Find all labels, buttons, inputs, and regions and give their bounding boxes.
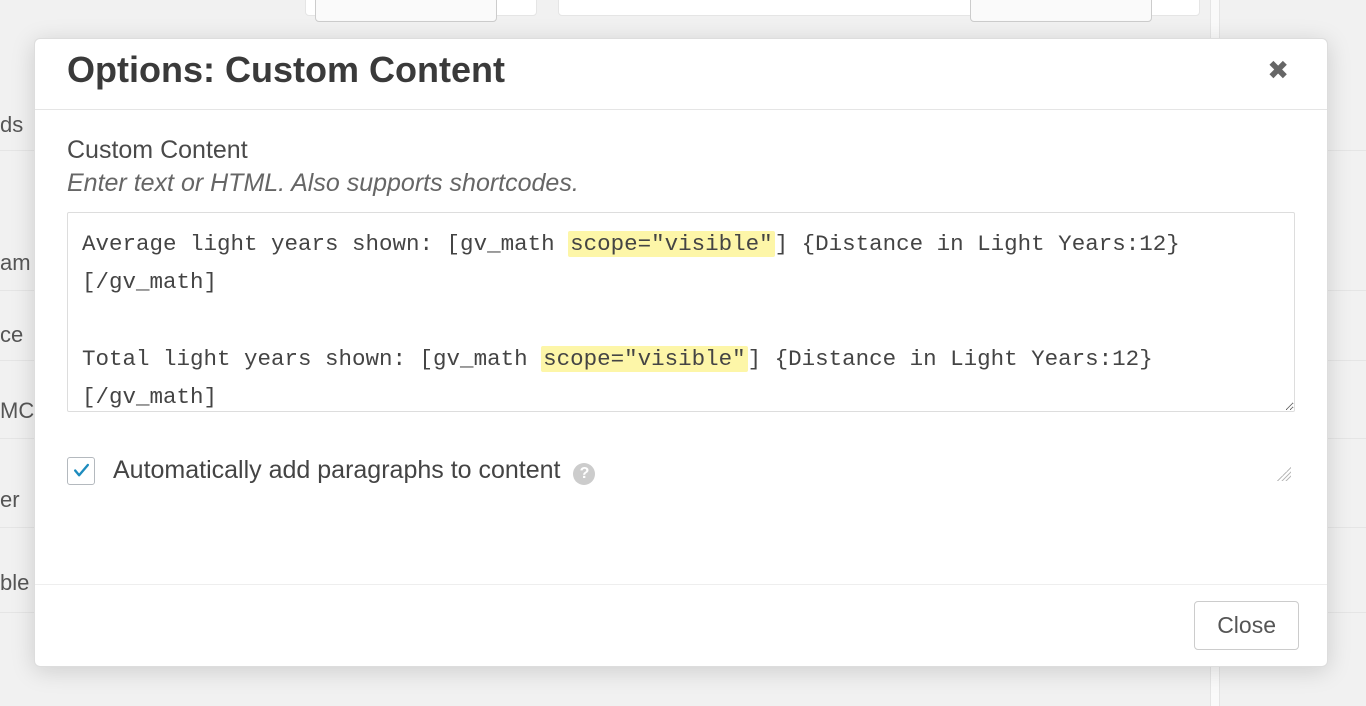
- bg-button: [970, 0, 1152, 22]
- bg-sidebar-text: ce: [0, 322, 23, 348]
- bg-sidebar-text: MC: [0, 398, 34, 424]
- dialog-title: Options: Custom Content: [67, 49, 505, 91]
- field-hint: Enter text or HTML. Also supports shortc…: [67, 169, 1295, 198]
- auto-paragraphs-label: Automatically add paragraphs to content …: [113, 456, 595, 485]
- auto-paragraphs-checkbox[interactable]: [67, 457, 95, 485]
- bg-sidebar-text: ble: [0, 570, 29, 596]
- options-custom-content-dialog: Options: Custom Content ✖ Custom Content…: [34, 38, 1328, 667]
- custom-content-textarea[interactable]: Average light years shown: [gv_math scop…: [67, 212, 1295, 412]
- bg-sidebar-text: er: [0, 487, 20, 513]
- close-icon[interactable]: ✖: [1261, 51, 1295, 89]
- auto-paragraphs-option: Automatically add paragraphs to content …: [67, 456, 1295, 485]
- bg-button: [315, 0, 497, 22]
- dialog-header: Options: Custom Content ✖: [35, 39, 1327, 110]
- bg-sidebar-text: ds: [0, 112, 23, 138]
- bg-sidebar-text: am: [0, 250, 31, 276]
- dialog-body: Custom Content Enter text or HTML. Also …: [35, 110, 1327, 497]
- close-button[interactable]: Close: [1194, 601, 1299, 650]
- help-icon[interactable]: ?: [573, 463, 595, 485]
- field-label: Custom Content: [67, 136, 1295, 165]
- dialog-footer: Close: [35, 584, 1327, 666]
